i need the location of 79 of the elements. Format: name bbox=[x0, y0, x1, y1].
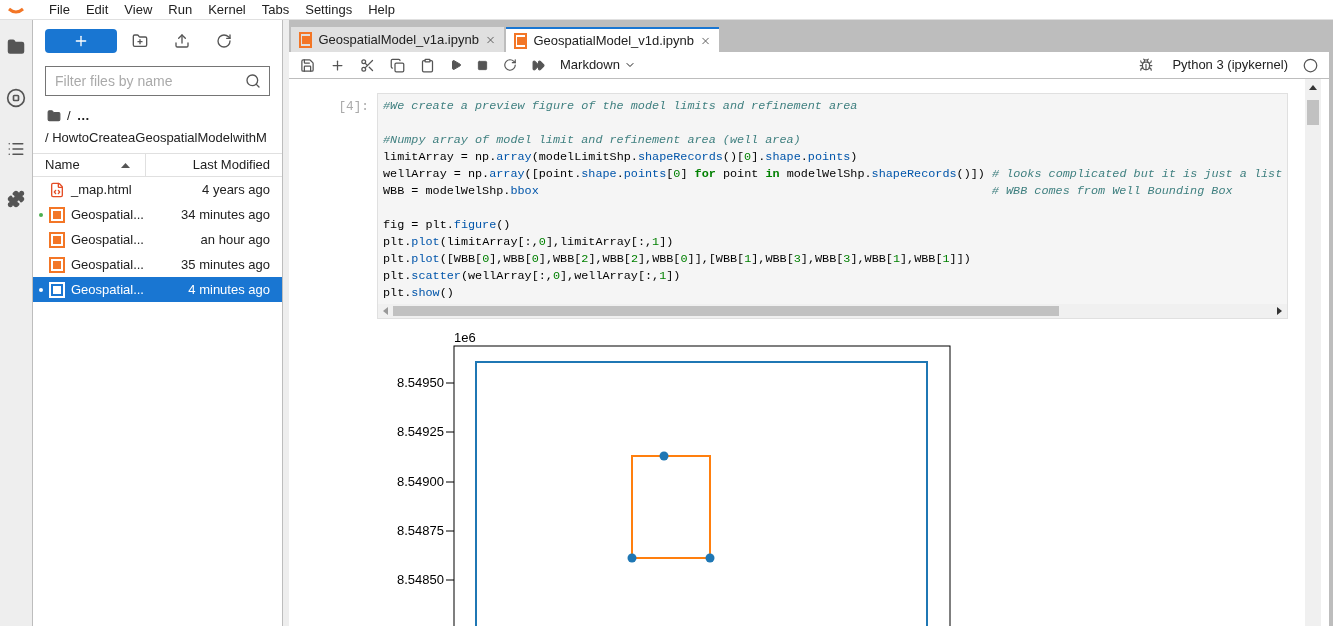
menu-item[interactable]: File bbox=[41, 0, 78, 20]
menu-item[interactable]: View bbox=[116, 0, 161, 20]
column-header[interactable]: Last Modified bbox=[146, 154, 282, 176]
y-tick-label: 8.54925 bbox=[397, 424, 444, 439]
restart-icon[interactable] bbox=[503, 58, 517, 72]
code-line: WBB = modelWelShp.bbox # WBB comes from Well Bounding Box bbox=[383, 183, 1234, 200]
notebook-icon bbox=[49, 206, 65, 223]
cell-prompt: [4]: bbox=[337, 98, 370, 116]
breadcrumb-root[interactable]: / bbox=[67, 106, 71, 126]
filter-field[interactable]: Filter files by name bbox=[45, 66, 270, 96]
plus-icon bbox=[73, 33, 89, 49]
plus-icon[interactable] bbox=[330, 57, 345, 73]
kernel-name[interactable]: Python 3 (ipykernel) bbox=[1172, 55, 1288, 75]
run-icon[interactable] bbox=[450, 59, 462, 71]
y-tick-label: 8.54900 bbox=[397, 474, 444, 489]
upload-icon[interactable] bbox=[174, 33, 190, 49]
breadcrumb-more[interactable]: … bbox=[76, 106, 90, 126]
horizontal-scrollbar[interactable] bbox=[378, 304, 1287, 318]
notebook-tab[interactable]: GeospatialModel_v1a.ipynb bbox=[291, 27, 504, 52]
menu-item[interactable]: Tabs bbox=[253, 0, 298, 20]
scroll-thumb[interactable] bbox=[1307, 100, 1319, 125]
scroll-up-icon[interactable] bbox=[1309, 85, 1317, 90]
notebook-tab[interactable]: GeospatialModel_v1d.ipynb bbox=[506, 27, 719, 52]
notebook-icon bbox=[49, 256, 65, 273]
column-header[interactable]: Name bbox=[33, 154, 146, 176]
notebook-icon bbox=[49, 231, 65, 248]
y-tick-label: 8.54875 bbox=[397, 523, 444, 538]
scroll-right-icon[interactable] bbox=[1277, 307, 1282, 315]
code-line: #We create a preview figure of the model limits and refinement area bbox=[383, 98, 859, 115]
notebook-icon bbox=[514, 32, 528, 49]
list-icon[interactable] bbox=[7, 140, 25, 158]
puzzle-icon[interactable] bbox=[7, 190, 25, 208]
paste-icon[interactable] bbox=[420, 57, 435, 73]
sort-icon bbox=[121, 162, 130, 168]
menu-item[interactable]: Settings bbox=[297, 0, 361, 20]
save-icon[interactable] bbox=[300, 57, 315, 73]
copy-icon[interactable] bbox=[390, 57, 405, 73]
vertical-scrollbar[interactable] bbox=[1305, 79, 1321, 626]
current-path: / HowtoCreateaGeospatialModelwithM bbox=[45, 128, 268, 147]
folder-icon[interactable] bbox=[7, 38, 25, 56]
notebook-icon bbox=[299, 31, 313, 48]
search-icon bbox=[245, 73, 261, 89]
menu-item[interactable]: Kernel bbox=[200, 0, 254, 20]
code-line: #Numpy array of model limit and refinement area (well area) bbox=[383, 132, 802, 149]
kernel-status-icon bbox=[1303, 57, 1318, 73]
html-file-icon bbox=[49, 181, 65, 198]
new-folder-icon[interactable] bbox=[132, 33, 148, 49]
code-line: plt.scatter(wellArray[:,0],wellArray[:,1]) bbox=[383, 268, 682, 285]
well-point bbox=[659, 451, 669, 461]
code-line: wellArray = np.array([point.shape.points[0] for point in modelWelShp.shapeRecords()]) # looks complicated but it is just a list bbox=[383, 166, 1282, 183]
file-row[interactable]: _map.html 4 years ago bbox=[33, 177, 282, 202]
well-point bbox=[627, 553, 637, 563]
code-line: fig = plt.figure() bbox=[383, 217, 512, 234]
stop-icon[interactable] bbox=[477, 59, 488, 71]
menu-item[interactable]: Run bbox=[160, 0, 201, 20]
axis-offset-label: 1e6 bbox=[454, 330, 476, 345]
code-line: plt.plot([WBB[0],WBB[0],WBB[2],WBB[2],WBB[0]],[WBB[1],WBB[3],WBB[3],WBB[1],WBB[1]]) bbox=[383, 251, 972, 268]
file-row[interactable]: Geospatial... an hour ago bbox=[33, 227, 282, 252]
cell-type-dropdown[interactable]: Markdown bbox=[560, 55, 636, 75]
y-tick-label: 8.54850 bbox=[397, 572, 444, 587]
notebook-icon bbox=[49, 281, 65, 298]
file-row[interactable]: Geospatial... 34 minutes ago bbox=[33, 202, 282, 227]
well-point bbox=[705, 553, 715, 563]
menu-item[interactable]: Help bbox=[360, 0, 403, 20]
file-row[interactable]: Geospatial... 4 minutes ago bbox=[33, 277, 282, 302]
stop-circle-icon[interactable] bbox=[6, 88, 26, 108]
code-line: plt.show() bbox=[383, 285, 455, 302]
code-line: plt.plot(limitArray[:,0],limitArray[:,1]) bbox=[383, 234, 675, 251]
code-cell[interactable] bbox=[377, 93, 1288, 319]
folder-icon[interactable] bbox=[47, 108, 61, 123]
y-tick-label: 8.54950 bbox=[397, 375, 444, 390]
new-launcher-button[interactable] bbox=[45, 29, 117, 53]
fast-forward-icon[interactable] bbox=[532, 58, 545, 72]
bug-icon[interactable] bbox=[1139, 58, 1154, 72]
cut-icon[interactable] bbox=[360, 57, 375, 73]
refresh-icon[interactable] bbox=[216, 33, 232, 49]
code-line: limitArray = np.array(modelLimitShp.shapeRecords()[0].shape.points) bbox=[383, 149, 859, 166]
menu-item[interactable]: Edit bbox=[77, 0, 117, 20]
file-row[interactable]: Geospatial... 35 minutes ago bbox=[33, 252, 282, 277]
